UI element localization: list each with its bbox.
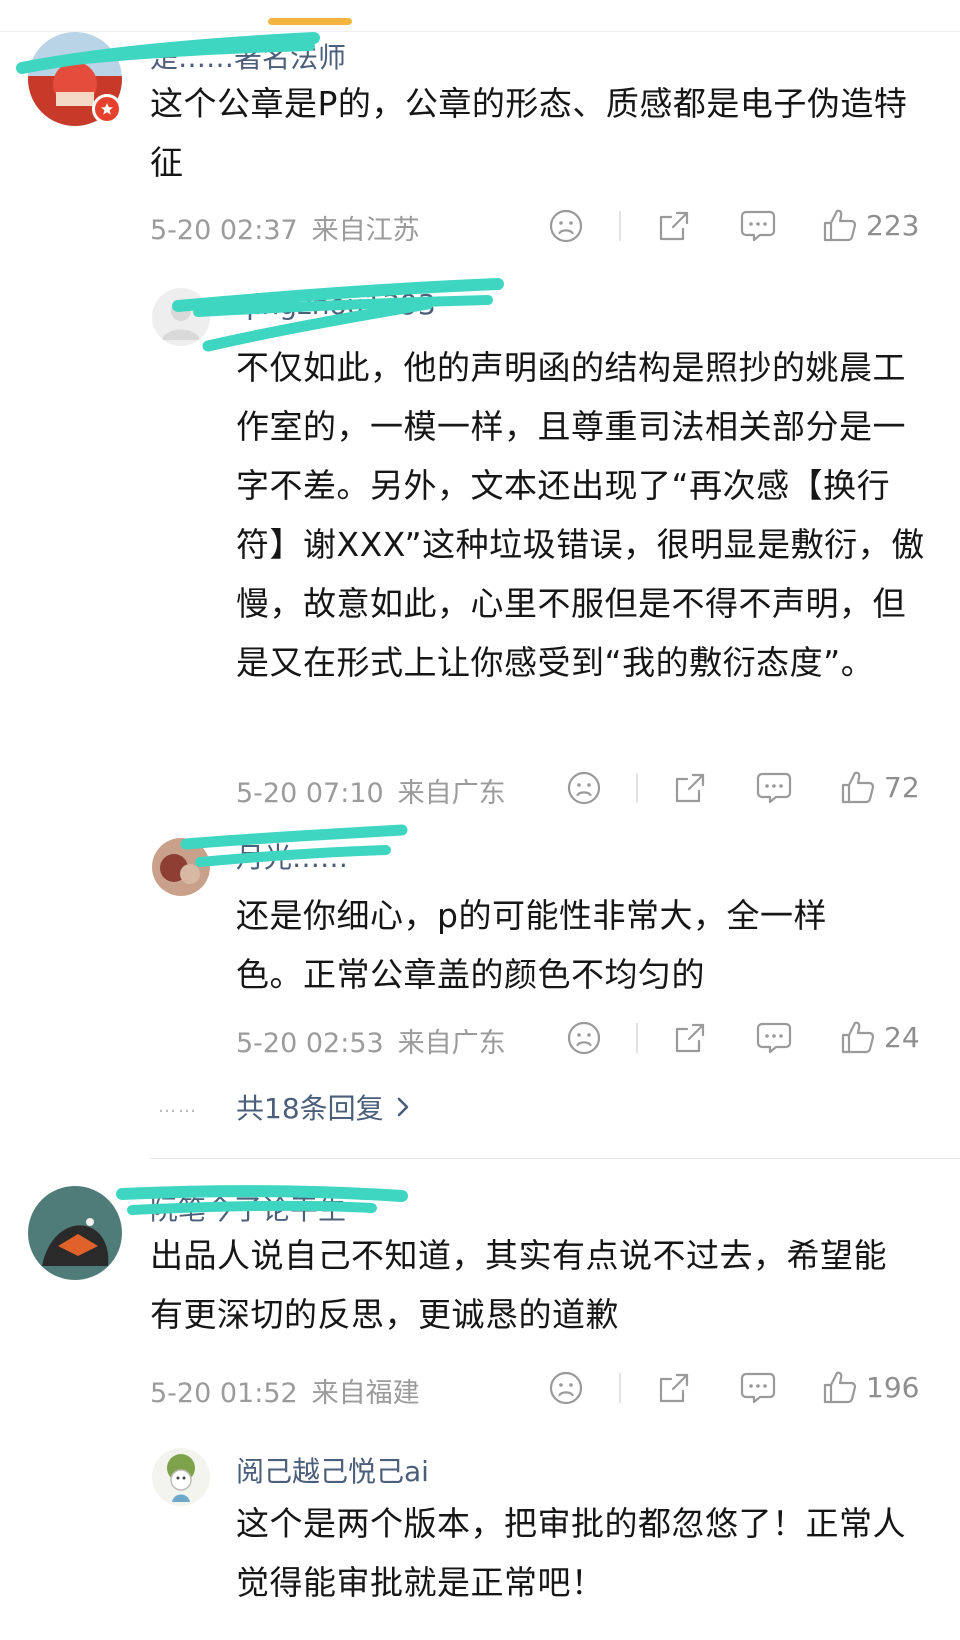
share-button[interactable]: [654, 1368, 694, 1408]
reply-meta: 5-20 07:10 来自广东: [236, 771, 506, 810]
avatar[interactable]: [152, 838, 210, 896]
like-icon: [841, 1021, 875, 1054]
reply-text: 不仅如此，他的声明函的结构是照抄的姚晨工作室的，一模一样，且尊重司法相关部分是一…: [236, 348, 925, 682]
verified-badge-icon: [92, 94, 122, 124]
like-icon: [841, 771, 875, 804]
reply-button[interactable]: [738, 206, 778, 246]
active-tab-indicator: [268, 18, 352, 25]
reply-text: 这个是两个版本，把审批的都忽悠了！正常人觉得能审批就是正常吧！: [236, 1504, 906, 1602]
comment-icon: [756, 772, 792, 804]
dislike-button[interactable]: [564, 768, 604, 808]
dislike-button[interactable]: [564, 1018, 604, 1058]
dislike-icon: [549, 209, 583, 243]
reply-button[interactable]: [754, 1018, 794, 1058]
like-count: 72: [884, 770, 920, 804]
reply-time: 5-20 02:53: [236, 1028, 384, 1059]
comment-time: 5-20 01:52: [150, 1378, 298, 1409]
reply-time: 5-20 07:10: [236, 778, 384, 809]
reply-meta: 5-20 02:53 来自广东: [236, 1021, 506, 1060]
share-button[interactable]: [670, 1018, 710, 1058]
action-separator: [619, 211, 621, 241]
avatar[interactable]: [152, 1448, 210, 1506]
comment-divider: [150, 1158, 960, 1159]
share-icon: [675, 1023, 705, 1053]
like-count: 24: [884, 1020, 920, 1054]
share-button[interactable]: [654, 206, 694, 246]
reply-text: 还是你细心，p的可能性非常大，全一样色。正常公章盖的颜色不均匀的: [236, 896, 827, 994]
like-button[interactable]: 196: [822, 1366, 919, 1408]
dislike-icon: [567, 1021, 601, 1055]
comment-location: 来自江苏: [311, 215, 420, 246]
share-icon: [659, 1373, 689, 1403]
reply-location: 来自广东: [397, 1028, 506, 1059]
share-icon: [659, 211, 689, 241]
dislike-button[interactable]: [546, 1368, 586, 1408]
more-replies-link[interactable]: 共18条回复: [236, 1087, 410, 1127]
dislike-icon: [549, 1371, 583, 1405]
comment-text: 出品人说自己不知道，其实有点说不过去，希望能有更深切的反思，更诚恳的道歉: [150, 1236, 887, 1334]
like-icon: [823, 209, 857, 242]
comment-author[interactable]: 阮笔今了论平生: [150, 1188, 346, 1228]
avatar[interactable]: [152, 288, 210, 346]
dislike-button[interactable]: [546, 206, 586, 246]
reply-location: 来自广东: [397, 778, 506, 809]
reply-author[interactable]: qingzhou1393: [236, 288, 436, 321]
more-replies-dots: ……: [158, 1096, 198, 1117]
like-count: 196: [866, 1370, 920, 1404]
comment-icon: [756, 1022, 792, 1054]
reply-author[interactable]: 阅己越己悦己ai: [236, 1450, 429, 1490]
action-separator: [636, 773, 638, 803]
like-button[interactable]: 72: [840, 766, 920, 808]
comment-meta: 5-20 01:52 来自福建: [150, 1371, 420, 1410]
comment-icon: [740, 210, 776, 242]
comment-meta: 5-20 02:37 来自江苏: [150, 208, 420, 247]
avatar[interactable]: [28, 1186, 122, 1280]
like-count: 223: [866, 208, 920, 242]
comment-time: 5-20 02:37: [150, 215, 298, 246]
comment-text: 这个公章是P的，公章的形态、质感都是电子伪造特征: [150, 84, 908, 182]
comment-icon: [740, 1372, 776, 1404]
like-icon: [823, 1371, 857, 1404]
reply-button[interactable]: [738, 1368, 778, 1408]
share-button[interactable]: [670, 768, 710, 808]
action-separator: [636, 1023, 638, 1053]
reply-button[interactable]: [754, 768, 794, 808]
comment-author[interactable]: 是……著名法师: [150, 36, 346, 76]
dislike-icon: [567, 771, 601, 805]
top-divider: [0, 31, 960, 32]
chevron-right-icon: [397, 1097, 408, 1117]
action-separator: [619, 1373, 621, 1403]
comment-location: 来自福建: [311, 1378, 420, 1409]
like-button[interactable]: 223: [822, 204, 919, 246]
more-replies-label: 共18条回复: [236, 1092, 384, 1125]
reply-author[interactable]: 月光……: [236, 836, 348, 876]
like-button[interactable]: 24: [840, 1016, 920, 1058]
share-icon: [675, 773, 705, 803]
